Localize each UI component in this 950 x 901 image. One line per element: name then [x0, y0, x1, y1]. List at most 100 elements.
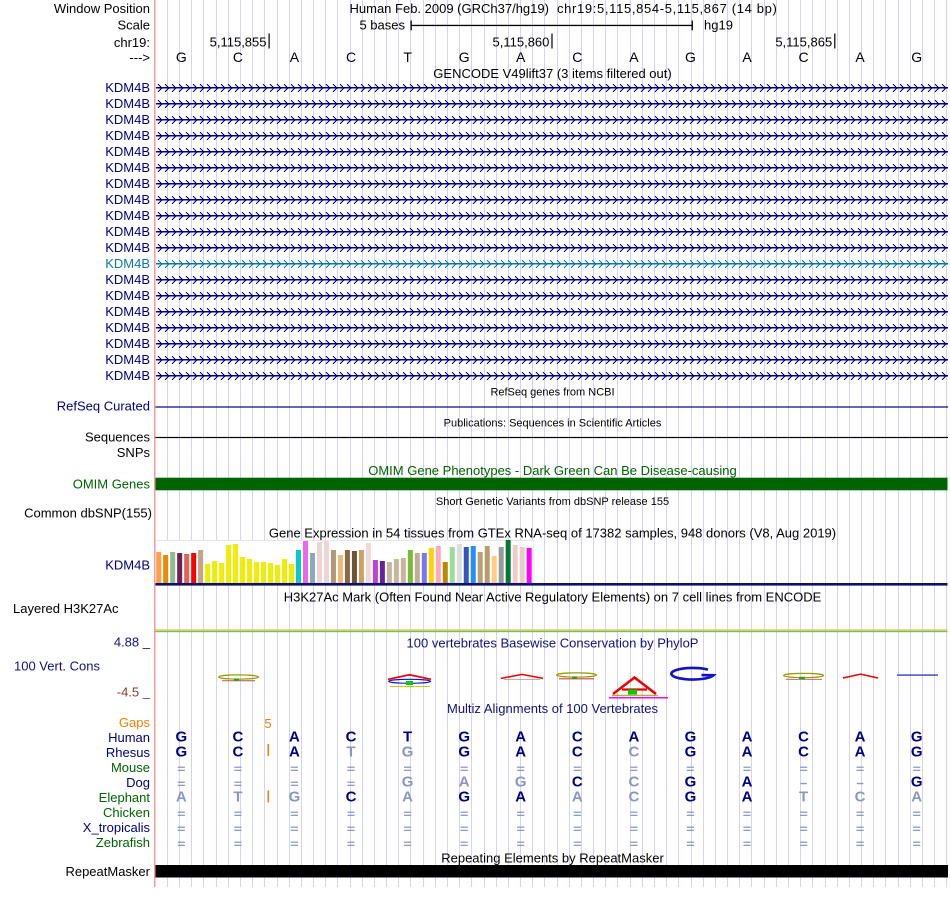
svg-text:Elephant: Elephant	[99, 790, 151, 805]
svg-text:A: A	[290, 49, 300, 65]
svg-text:KDM4B: KDM4B	[105, 558, 150, 573]
svg-text:KDM4B: KDM4B	[105, 144, 150, 159]
svg-text:G: G	[458, 744, 470, 761]
svg-text:C: C	[232, 744, 243, 761]
svg-text:T: T	[233, 789, 242, 806]
svg-text:5 bases: 5 bases	[359, 18, 405, 33]
svg-text:GENCODE V49lift37 (3 items fil: GENCODE V49lift37 (3 items filtered out)	[433, 66, 671, 81]
svg-text:T: T	[346, 744, 355, 761]
svg-text:Dog: Dog	[126, 775, 150, 790]
svg-text:X_tropicalis: X_tropicalis	[83, 820, 151, 835]
svg-text:KDM4B: KDM4B	[105, 176, 150, 191]
svg-text:G: G	[175, 744, 187, 761]
svg-text:A: A	[176, 789, 187, 806]
svg-text:G: G	[458, 789, 470, 806]
svg-text:KDM4B: KDM4B	[105, 304, 150, 319]
svg-text:H3K27Ac Mark (Often Found Near: H3K27Ac Mark (Often Found Near Active Re…	[284, 590, 822, 605]
svg-text:Mouse: Mouse	[111, 760, 150, 775]
svg-text:OMIM Gene Phenotypes - Dark Gr: OMIM Gene Phenotypes - Dark Green Can Be…	[368, 463, 737, 478]
svg-text:C: C	[798, 744, 809, 761]
svg-text:A: A	[629, 49, 639, 65]
svg-text:T: T	[799, 789, 808, 806]
svg-text:C: C	[346, 49, 356, 65]
svg-text:A: A	[742, 49, 752, 65]
svg-text:KDM4B: KDM4B	[105, 192, 150, 207]
svg-text:100 Vert. Cons: 100 Vert. Cons	[14, 659, 100, 674]
svg-text:Window Position: Window Position	[54, 1, 150, 16]
svg-text:KDM4B: KDM4B	[105, 352, 150, 367]
svg-text:G: G	[911, 744, 923, 761]
svg-text:KDM4B: KDM4B	[105, 128, 150, 143]
svg-text:A: A	[572, 789, 583, 806]
svg-text:SNPs: SNPs	[117, 445, 151, 460]
svg-text:KDM4B: KDM4B	[105, 160, 150, 175]
svg-text:Layered H3K27Ac: Layered H3K27Ac	[13, 601, 119, 616]
svg-text:Human Feb. 2009 (GRCh37/hg19): Human Feb. 2009 (GRCh37/hg19)	[350, 1, 549, 16]
svg-text:A: A	[515, 744, 526, 761]
svg-text:5,115,860: 5,115,860	[493, 34, 550, 49]
svg-text:Rhesus: Rhesus	[106, 745, 151, 760]
svg-text:5: 5	[264, 716, 271, 731]
svg-text:OMIM Genes: OMIM Genes	[73, 477, 151, 492]
svg-text:-4.5 _: -4.5 _	[117, 685, 151, 700]
svg-text:KDM4B: KDM4B	[105, 224, 150, 239]
svg-text:A: A	[855, 49, 865, 65]
svg-text:A: A	[402, 789, 413, 806]
svg-text:chr19:: chr19:	[114, 35, 150, 50]
svg-text:Repeating Elements by RepeatMa: Repeating Elements by RepeatMasker	[441, 851, 664, 866]
svg-text:C: C	[628, 789, 639, 806]
svg-text:Multiz Alignments of 100 Verte: Multiz Alignments of 100 Vertebrates	[447, 701, 659, 716]
svg-text:G: G	[685, 789, 697, 806]
svg-text:C: C	[855, 789, 866, 806]
svg-text:KDM4B: KDM4B	[105, 240, 150, 255]
svg-text:C: C	[628, 744, 639, 761]
svg-text:A: A	[289, 744, 300, 761]
svg-text:RefSeq Curated: RefSeq Curated	[57, 399, 150, 414]
svg-text:Publications: Sequences in Sci: Publications: Sequences in Scientific Ar…	[444, 418, 662, 430]
svg-text:5,115,865: 5,115,865	[775, 34, 832, 49]
svg-text:Human: Human	[108, 730, 150, 745]
svg-text:A: A	[742, 789, 753, 806]
svg-text:A: A	[516, 49, 526, 65]
svg-text:Common dbSNP(155): Common dbSNP(155)	[24, 506, 152, 521]
svg-text:--->: --->	[129, 50, 150, 65]
svg-text:C: C	[572, 49, 582, 65]
svg-text:G: G	[176, 49, 187, 65]
svg-text:Gaps: Gaps	[119, 715, 151, 730]
svg-text:G: G	[402, 744, 414, 761]
svg-text:chr19:5,115,854-5,115,867 (14: chr19:5,115,854-5,115,867 (14 bp)	[557, 1, 777, 16]
svg-text:Sequences: Sequences	[85, 430, 151, 445]
svg-text:KDM4B: KDM4B	[105, 288, 150, 303]
svg-text:KDM4B: KDM4B	[105, 272, 150, 287]
svg-text:RepeatMasker: RepeatMasker	[65, 864, 150, 879]
svg-text:5,115,855: 5,115,855	[210, 34, 267, 49]
svg-text:RefSeq genes from NCBI: RefSeq genes from NCBI	[490, 387, 614, 399]
svg-text:KDM4B: KDM4B	[105, 208, 150, 223]
svg-text:4.88 _: 4.88 _	[114, 635, 151, 650]
svg-text:KDM4B: KDM4B	[105, 80, 150, 95]
svg-text:100 vertebrates Basewise Conse: 100 vertebrates Basewise Conservation by…	[407, 636, 699, 651]
svg-text:hg19: hg19	[704, 18, 733, 33]
svg-text:G: G	[459, 49, 470, 65]
svg-text:KDM4B: KDM4B	[105, 368, 150, 383]
svg-text:Zebrafish: Zebrafish	[96, 835, 150, 850]
svg-text:T: T	[403, 49, 412, 65]
svg-text:Chicken: Chicken	[103, 805, 150, 820]
svg-text:KDM4B: KDM4B	[105, 256, 150, 271]
svg-text:C: C	[233, 49, 243, 65]
svg-text:G: G	[911, 49, 922, 65]
svg-text:A: A	[515, 789, 526, 806]
svg-text:C: C	[572, 744, 583, 761]
svg-text:C: C	[346, 789, 357, 806]
svg-text:A: A	[911, 789, 922, 806]
svg-text:G: G	[289, 789, 301, 806]
svg-text:KDM4B: KDM4B	[105, 112, 150, 127]
svg-text:Scale: Scale	[117, 18, 150, 33]
svg-text:KDM4B: KDM4B	[105, 96, 150, 111]
svg-text:G: G	[685, 744, 697, 761]
svg-text:KDM4B: KDM4B	[105, 320, 150, 335]
svg-text:G: G	[685, 49, 696, 65]
svg-text:A: A	[855, 744, 866, 761]
svg-text:A: A	[742, 744, 753, 761]
svg-text:Short Genetic Variants from db: Short Genetic Variants from dbSNP releas…	[436, 496, 669, 508]
